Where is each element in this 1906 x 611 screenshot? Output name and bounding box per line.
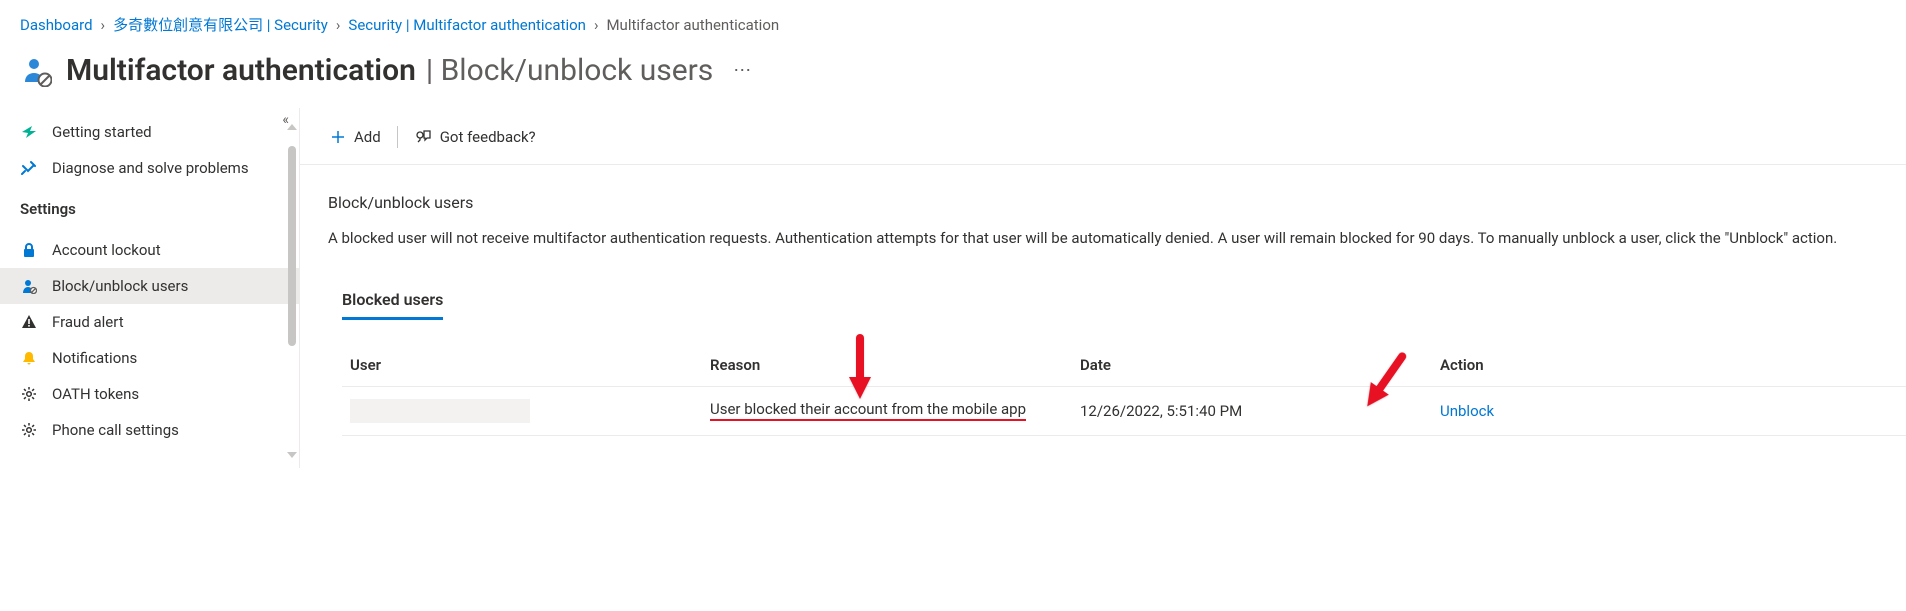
- main-content: Add Got feedback? Block/unblock users A …: [300, 108, 1906, 468]
- sidebar-item-label: Diagnose and solve problems: [52, 159, 249, 177]
- section-description: A blocked user will not receive multifac…: [328, 228, 1906, 250]
- col-reason: Reason: [710, 356, 1080, 374]
- add-label: Add: [354, 128, 381, 146]
- sidebar-item-getting-started[interactable]: Getting started: [0, 114, 299, 150]
- sidebar: « Getting started Diagnose and solve pro…: [0, 108, 300, 468]
- breadcrumb-current: Multifactor authentication: [606, 16, 779, 34]
- cell-date: 12/26/2022, 5:51:40 PM: [1080, 402, 1440, 420]
- chevron-right-icon: ›: [594, 16, 599, 34]
- command-bar: Add Got feedback?: [300, 108, 1906, 165]
- diagnose-icon: [20, 159, 38, 177]
- cell-reason: User blocked their account from the mobi…: [710, 400, 1080, 421]
- col-action: Action: [1440, 356, 1898, 374]
- sidebar-item-label: OATH tokens: [52, 385, 139, 403]
- user-blocked-icon: [20, 277, 38, 295]
- sidebar-item-oath-tokens[interactable]: OATH tokens: [0, 376, 299, 412]
- breadcrumb-dashboard[interactable]: Dashboard: [20, 16, 93, 34]
- page-title: Multifactor authentication | Block/unblo…: [66, 53, 713, 88]
- bell-icon: [20, 349, 38, 367]
- sidebar-item-fraud-alert[interactable]: Fraud alert: [0, 304, 299, 340]
- tab-blocked-users[interactable]: Blocked users: [342, 290, 443, 320]
- gear-icon: [20, 385, 38, 403]
- page-title-sub: | Block/unblock users: [426, 53, 713, 88]
- sidebar-item-phone-call[interactable]: Phone call settings: [0, 412, 299, 448]
- chevron-right-icon: ›: [336, 16, 341, 34]
- sidebar-scrollbar[interactable]: [287, 124, 297, 458]
- col-user: User: [350, 356, 710, 374]
- add-button[interactable]: Add: [328, 124, 383, 150]
- sidebar-group-settings: Settings: [0, 186, 299, 226]
- tab-bar: Blocked users: [342, 290, 1906, 320]
- table-header-row: User Reason Date Action: [342, 344, 1906, 387]
- cell-user: [350, 399, 710, 423]
- breadcrumb-security-org[interactable]: 多奇數位創意有限公司 | Security: [113, 14, 328, 35]
- getting-started-icon: [20, 123, 38, 141]
- sidebar-item-diagnose[interactable]: Diagnose and solve problems: [0, 150, 299, 186]
- feedback-icon: [414, 128, 432, 146]
- col-date: Date: [1080, 356, 1440, 374]
- toolbar-divider: [397, 126, 398, 148]
- gear-icon: [20, 421, 38, 439]
- mfa-user-blocked-icon: [20, 55, 52, 87]
- lock-icon: [20, 241, 38, 259]
- redacted-user: [350, 399, 530, 423]
- sidebar-item-label: Block/unblock users: [52, 277, 188, 295]
- sidebar-item-account-lockout[interactable]: Account lockout: [0, 232, 299, 268]
- breadcrumb-security-mfa[interactable]: Security | Multifactor authentication: [348, 16, 586, 34]
- reason-text: User blocked their account from the mobi…: [710, 400, 1026, 421]
- sidebar-item-label: Phone call settings: [52, 421, 179, 439]
- table-row: User blocked their account from the mobi…: [342, 387, 1906, 436]
- unblock-link[interactable]: Unblock: [1440, 402, 1494, 420]
- chevron-right-icon: ›: [101, 16, 106, 34]
- page-title-main: Multifactor authentication: [66, 53, 416, 88]
- more-actions-button[interactable]: ⋯: [727, 60, 757, 81]
- breadcrumb: Dashboard › 多奇數位創意有限公司 | Security › Secu…: [0, 0, 1906, 41]
- sidebar-item-notifications[interactable]: Notifications: [0, 340, 299, 376]
- sidebar-item-label: Notifications: [52, 349, 137, 367]
- section-heading: Block/unblock users: [328, 193, 1906, 212]
- sidebar-item-label: Getting started: [52, 123, 152, 141]
- feedback-label: Got feedback?: [440, 128, 536, 146]
- plus-icon: [330, 129, 346, 145]
- warning-icon: [20, 313, 38, 331]
- feedback-button[interactable]: Got feedback?: [412, 124, 538, 150]
- cell-action: Unblock: [1440, 402, 1898, 420]
- sidebar-item-label: Account lockout: [52, 241, 161, 259]
- sidebar-item-label: Fraud alert: [52, 313, 124, 331]
- page-header: Multifactor authentication | Block/unblo…: [0, 41, 1906, 108]
- blocked-users-table: User Reason Date Action User blocked the…: [342, 344, 1906, 436]
- sidebar-item-block-unblock[interactable]: Block/unblock users: [0, 268, 299, 304]
